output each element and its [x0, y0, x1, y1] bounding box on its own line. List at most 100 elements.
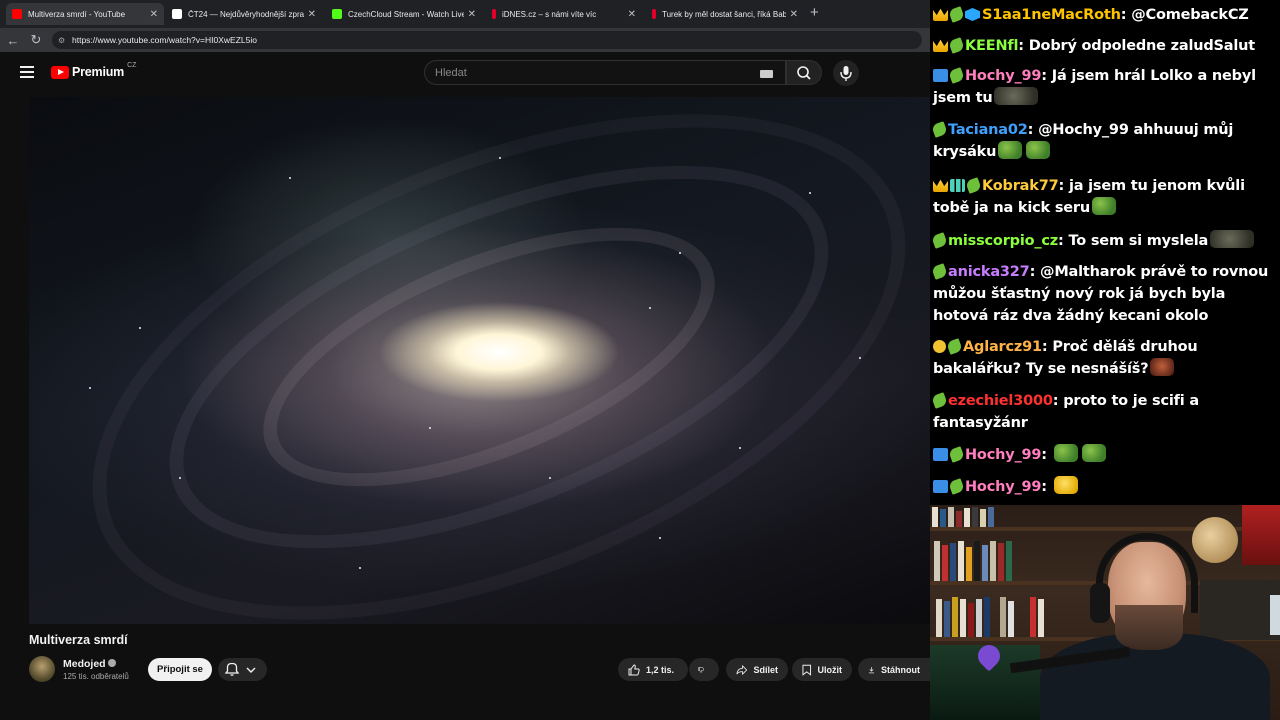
like-count: 1,2 tis. — [646, 664, 675, 675]
download-button[interactable]: Stáhnout — [858, 658, 930, 681]
share-button[interactable]: Sdílet — [726, 658, 788, 681]
channel-avatar[interactable] — [29, 656, 55, 682]
tab-turek[interactable]: Turek by měl dostat šanci, říká Bab ✕ — [646, 3, 804, 25]
book — [1006, 541, 1012, 581]
logo-country: CZ — [127, 61, 137, 69]
star — [739, 447, 741, 449]
star — [139, 327, 141, 329]
star — [89, 387, 91, 389]
rat-emote-icon — [994, 87, 1039, 105]
new-tab-icon[interactable]: + — [810, 4, 819, 21]
save-button[interactable]: Uložit — [792, 658, 852, 681]
book — [942, 545, 948, 581]
tab-czechcloud[interactable]: CzechCloud Stream - Watch Live o ✕ — [326, 3, 482, 25]
star — [549, 477, 551, 479]
dislike-button[interactable] — [689, 658, 719, 681]
frog-emote-icon — [1091, 197, 1116, 215]
arrow-badge-icon — [933, 480, 948, 493]
tab-ct24[interactable]: ČT24 — Nejdůvěryhodnější zpravo ✕ — [166, 3, 322, 25]
chat-message: Hochy_99: — [933, 444, 1278, 466]
search-icon — [797, 66, 811, 80]
search-button[interactable] — [786, 60, 822, 85]
microphone-icon — [840, 66, 852, 81]
bars-badge-icon — [950, 179, 965, 192]
duck-emote-icon — [1053, 476, 1078, 494]
video-player[interactable] — [29, 97, 930, 624]
voice-search-button[interactable] — [833, 60, 859, 86]
tab-title: Multiverza smrdí - YouTube — [28, 9, 126, 19]
close-tab-icon[interactable]: ✕ — [790, 9, 798, 20]
chat-username[interactable]: Hochy_99 — [965, 447, 1041, 463]
chat-username[interactable]: ezechiel3000 — [948, 393, 1053, 409]
chat-username[interactable]: Hochy_99 — [965, 68, 1041, 84]
idnes-favicon-icon — [652, 9, 656, 19]
rat-emote-icon — [1210, 230, 1255, 248]
book — [956, 511, 962, 527]
chat-message: ezechiel3000: proto to je scifi a fantas… — [931, 392, 1199, 431]
download-label: Stáhnout — [881, 664, 920, 675]
poster — [1270, 595, 1280, 635]
chat-username[interactable]: S1aa1neMacRoth — [982, 7, 1121, 23]
globe-decoration — [1192, 517, 1238, 563]
star — [659, 537, 661, 539]
channel-name[interactable]: Medojed — [63, 658, 106, 670]
chat-username[interactable]: KEENfl — [965, 38, 1018, 54]
tab-idnes[interactable]: iDNES.cz – s námi víte víc ✕ — [486, 3, 642, 25]
book — [934, 541, 940, 581]
like-button[interactable]: 1,2 tis. — [618, 658, 688, 681]
leaf-badge-icon — [946, 338, 963, 355]
book — [968, 603, 974, 637]
back-icon[interactable]: ← — [3, 33, 23, 48]
chat-username[interactable]: misscorpio_cz — [948, 233, 1058, 249]
bookmark-icon — [802, 664, 812, 676]
search-placeholder: Hledat — [435, 67, 467, 79]
address-bar[interactable]: ⚙ https://www.youtube.com/watch?v=HI0XwE… — [52, 31, 922, 49]
chat-username[interactable]: Taciana02 — [948, 122, 1028, 138]
tab-youtube[interactable]: Multiverza smrdí - YouTube ✕ — [6, 3, 164, 25]
book — [948, 507, 954, 527]
crown-badge-icon — [933, 39, 948, 52]
keyboard-icon[interactable] — [760, 70, 773, 78]
browser-window: Multiverza smrdí - YouTube ✕ ČT24 — Nejd… — [0, 0, 930, 688]
book — [974, 541, 980, 581]
chat-message: Kobrak77: ja jsem tu jenom kvůli tobě ja… — [933, 177, 1245, 216]
download-icon — [868, 666, 875, 673]
search-input[interactable]: Hledat — [424, 60, 786, 85]
chat-message: Hochy_99: Já jsem hrál Lolko a nebyl jse… — [933, 67, 1256, 106]
book — [988, 507, 994, 527]
menu-icon[interactable] — [20, 66, 34, 78]
chat-username[interactable]: Aglarcz91 — [963, 339, 1042, 355]
notifications-button[interactable] — [218, 658, 267, 681]
book — [960, 599, 966, 637]
chat-message: misscorpio_cz: To sem si myslela — [931, 230, 1278, 252]
book — [1030, 597, 1036, 637]
close-tab-icon[interactable]: ✕ — [468, 9, 476, 20]
idnes-favicon-icon — [492, 9, 496, 19]
leaf-badge-icon — [948, 478, 965, 495]
verified-icon — [108, 659, 116, 667]
tab-title: CzechCloud Stream - Watch Live o — [348, 9, 464, 19]
close-tab-icon[interactable]: ✕ — [150, 9, 158, 20]
chat-username[interactable]: Kobrak77 — [982, 178, 1059, 194]
webcam-feed — [930, 505, 1280, 720]
star — [649, 307, 651, 309]
chat-username[interactable]: Hochy_99 — [965, 479, 1041, 495]
youtube-logo[interactable]: Premium CZ — [51, 61, 137, 79]
leaf-badge-icon — [931, 232, 948, 249]
youtube-play-icon — [51, 65, 69, 79]
star — [359, 567, 361, 569]
reload-icon[interactable]: ↻ — [26, 32, 46, 48]
book — [976, 599, 982, 637]
close-tab-icon[interactable]: ✕ — [628, 9, 636, 20]
close-tab-icon[interactable]: ✕ — [308, 9, 316, 20]
join-button[interactable]: Připojit se — [148, 658, 212, 681]
chat-message: Taciana02: @Hochy_99 ahhuuuj můj krysáku — [931, 121, 1234, 160]
site-info-icon[interactable]: ⚙ — [58, 36, 68, 45]
star — [809, 192, 811, 194]
chat-username[interactable]: anicka327 — [948, 264, 1030, 280]
chat-message: S1aa1neMacRoth: @ComebackCZ — [933, 4, 1278, 26]
book — [984, 597, 990, 637]
book — [936, 599, 942, 637]
leaf-badge-icon — [931, 121, 948, 138]
chat-text: Dobrý odpoledne zaludSalut — [1028, 38, 1255, 54]
